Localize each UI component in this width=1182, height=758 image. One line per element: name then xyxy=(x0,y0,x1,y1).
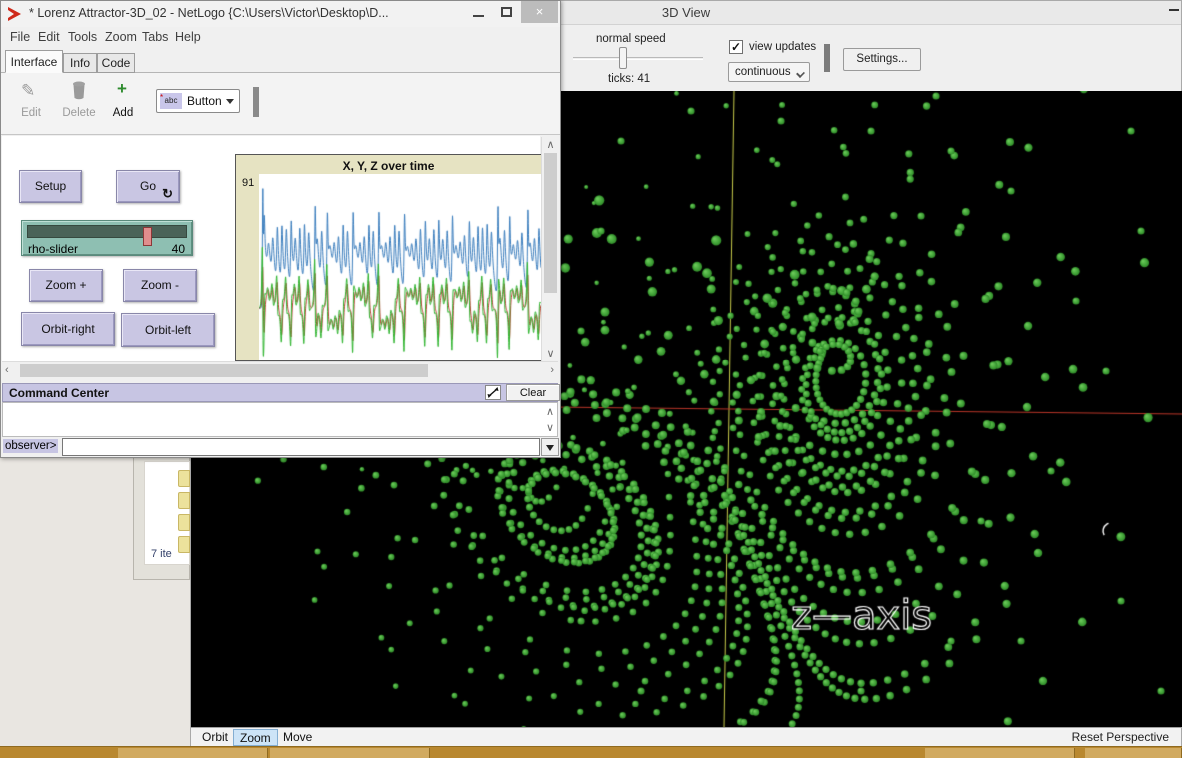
widget-type-value: Button xyxy=(187,94,222,108)
go-button-label: Go xyxy=(140,171,156,202)
toolbar-separator xyxy=(824,44,830,72)
slider-label: rho-slider xyxy=(28,242,78,256)
setup-button[interactable]: Setup xyxy=(19,170,82,203)
add-tool-button[interactable]: Add xyxy=(93,107,153,119)
menu-file[interactable]: File xyxy=(10,30,30,44)
settings-button[interactable]: Settings... xyxy=(843,48,921,71)
update-mode-dropdown[interactable]: continuous xyxy=(728,62,810,82)
tab-move[interactable]: Move xyxy=(277,729,318,746)
command-center-title: Command Center xyxy=(9,386,109,400)
toolbar-separator xyxy=(253,87,259,117)
folder-icon[interactable] xyxy=(178,470,190,487)
netlogo-app-icon xyxy=(8,7,21,21)
horizontal-scroll-thumb[interactable] xyxy=(20,364,428,377)
folder-icon[interactable] xyxy=(178,536,190,553)
tab-code[interactable]: Code xyxy=(97,53,135,73)
taskbar-item[interactable] xyxy=(118,748,268,758)
vertical-scrollbar[interactable]: ∧ ∨ xyxy=(541,137,558,361)
button-widget-icon: *abc xyxy=(160,93,182,109)
scroll-down-icon[interactable]: ∨ xyxy=(546,421,554,434)
command-center-output[interactable]: ∧ ∨ xyxy=(2,402,558,437)
view-updates-checkbox[interactable]: ✓ xyxy=(729,40,743,54)
command-center-header: Command Center Clear xyxy=(2,383,558,402)
folder-icon[interactable] xyxy=(178,514,190,531)
horizontal-scrollbar[interactable]: ‹ › xyxy=(2,361,558,379)
tab-info[interactable]: Info xyxy=(63,53,97,73)
menu-help[interactable]: Help xyxy=(175,30,201,44)
expand-icon[interactable] xyxy=(485,385,501,400)
plot-ymax-label: 91 xyxy=(242,177,254,189)
taskbar-item[interactable] xyxy=(1085,748,1182,758)
view-updates-label: view updates xyxy=(749,41,816,53)
scroll-down-icon[interactable]: ∨ xyxy=(544,347,557,360)
slider-track[interactable] xyxy=(27,225,187,238)
taskbar-item[interactable] xyxy=(270,748,430,758)
zoom-plus-button[interactable]: Zoom + xyxy=(29,269,103,302)
go-button[interactable]: Go ↻ xyxy=(116,170,180,203)
minimize-icon[interactable] xyxy=(1169,9,1179,11)
menu-bar: File Edit Tools Zoom Tabs Help xyxy=(1,27,560,49)
clear-button[interactable]: Clear xyxy=(506,384,560,401)
speed-slider-handle[interactable] xyxy=(619,47,627,69)
rho-slider-widget[interactable]: rho-slider 40 xyxy=(21,220,193,256)
trash-icon xyxy=(71,80,87,100)
slider-value: 40 xyxy=(172,242,185,256)
netlogo-window: * Lorenz Attractor-3D_02 - NetLogo {C:\U… xyxy=(0,0,561,458)
forever-icon: ↻ xyxy=(162,178,173,209)
plot-widget: X, Y, Z over time 91 xyxy=(235,154,542,361)
zoom-minus-button[interactable]: Zoom - xyxy=(123,269,197,302)
plot-canvas-xyz-series xyxy=(259,174,541,360)
background-explorer-window[interactable]: 7 ite xyxy=(133,452,190,580)
folder-icon[interactable] xyxy=(178,492,190,509)
pencil-icon: ✎ xyxy=(21,81,35,101)
minimize-icon[interactable] xyxy=(473,15,484,17)
plus-icon: + xyxy=(117,79,127,99)
menu-zoom[interactable]: Zoom xyxy=(105,30,137,44)
orbit-left-button[interactable]: Orbit-left xyxy=(121,313,215,347)
command-input[interactable] xyxy=(62,438,540,456)
observer-prompt-label: observer> xyxy=(3,439,58,453)
maximize-icon[interactable] xyxy=(501,7,512,17)
plot-title: X, Y, Z over time xyxy=(236,159,541,173)
orbit-right-button[interactable]: Orbit-right xyxy=(21,312,115,346)
widget-type-dropdown[interactable]: *abc Button xyxy=(156,89,240,113)
tab-interface[interactable]: Interface xyxy=(5,50,63,73)
netlogo-titlebar[interactable]: * Lorenz Attractor-3D_02 - NetLogo {C:\U… xyxy=(1,1,560,27)
speed-label: normal speed xyxy=(596,33,666,45)
explorer-content: 7 ite xyxy=(144,461,190,565)
tab-bar: Interface Info Code xyxy=(1,49,560,73)
speed-slider-track[interactable] xyxy=(573,57,703,60)
slider-handle[interactable] xyxy=(143,227,152,246)
menu-edit[interactable]: Edit xyxy=(38,30,60,44)
scroll-left-icon[interactable]: ‹ xyxy=(5,364,9,376)
interface-canvas: Setup Go ↻ rho-slider 40 Zoom + Zoom - O… xyxy=(2,136,540,361)
scroll-up-icon[interactable]: ∧ xyxy=(546,405,554,418)
scroll-up-icon[interactable]: ∧ xyxy=(544,138,557,151)
command-history-dropdown[interactable] xyxy=(541,438,559,456)
chevron-down-icon xyxy=(796,69,805,78)
close-button[interactable]: × xyxy=(521,1,558,23)
tab-orbit[interactable]: Orbit xyxy=(196,729,234,746)
explorer-item-count: 7 ite xyxy=(151,548,172,560)
asterisk-mark: * xyxy=(160,90,163,106)
taskbar-item[interactable] xyxy=(925,748,1075,758)
dropdown-arrow-icon xyxy=(226,99,234,104)
netlogo-window-title: * Lorenz Attractor-3D_02 - NetLogo {C:\U… xyxy=(29,6,389,20)
interface-toolbar: ✎ Edit Delete + Add *abc Button xyxy=(1,73,560,135)
menu-tools[interactable]: Tools xyxy=(68,30,97,44)
view3d-bottom-bar: Orbit Zoom Move Reset Perspective xyxy=(191,727,1181,746)
tab-zoom[interactable]: Zoom xyxy=(233,729,278,746)
ticks-counter: ticks: 41 xyxy=(608,73,650,85)
taskbar[interactable] xyxy=(0,746,1182,758)
menu-tabs[interactable]: Tabs xyxy=(142,30,168,44)
command-prompt-row: observer> xyxy=(2,438,558,457)
reset-perspective-button[interactable]: Reset Perspective xyxy=(1072,730,1169,744)
update-mode-value: continuous xyxy=(735,66,791,78)
scroll-right-icon[interactable]: › xyxy=(550,364,554,376)
vertical-scroll-thumb[interactable] xyxy=(544,153,557,293)
